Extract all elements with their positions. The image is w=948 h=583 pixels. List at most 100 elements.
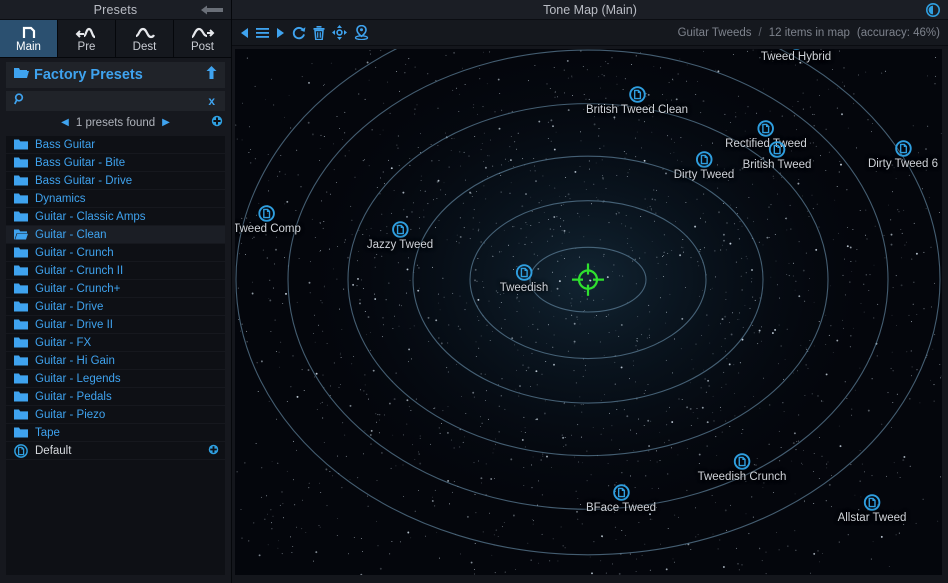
list-item-label: Bass Guitar <box>35 139 95 151</box>
preset-node-icon <box>894 140 911 157</box>
map-node[interactable]: Tweedish <box>500 264 549 294</box>
tone-map-title: Tone Map (Main) <box>543 3 637 17</box>
map-node-label: Allstar Tweed <box>838 512 907 524</box>
list-item[interactable]: Guitar - Classic Amps <box>6 208 225 226</box>
refresh-icon[interactable] <box>292 26 306 40</box>
folder-icon <box>14 211 28 222</box>
folder-icon <box>14 355 28 366</box>
list-item-label: Guitar - FX <box>35 337 91 349</box>
preset-file-icon <box>14 444 28 458</box>
signal-pre-icon <box>75 25 99 41</box>
list-item-label: Tape <box>35 427 60 439</box>
list-item[interactable]: Tape <box>6 424 225 442</box>
folder-icon <box>14 265 28 276</box>
folder-icon <box>14 157 28 168</box>
prev-arrow-icon[interactable] <box>240 27 249 39</box>
list-item[interactable]: Guitar - Drive <box>6 298 225 316</box>
signal-post-icon <box>190 25 216 41</box>
folder-icon <box>14 301 28 312</box>
presets-titlebar: Presets <box>0 0 231 20</box>
search-clear-button[interactable]: x <box>206 94 217 108</box>
list-item-label: Bass Guitar - Drive <box>35 175 132 187</box>
map-name-label: Guitar Tweeds <box>678 27 752 39</box>
list-item[interactable]: Bass Guitar - Drive <box>6 172 225 190</box>
tab-post[interactable]: Post <box>174 20 231 57</box>
map-node-label: British Tweed <box>743 159 812 171</box>
list-item[interactable]: Bass Guitar - Bite <box>6 154 225 172</box>
info-separator: / <box>759 27 762 39</box>
accuracy-label: (accuracy: 46%) <box>857 27 940 39</box>
list-item[interactable]: Guitar - Crunch+ <box>6 280 225 298</box>
add-preset-icon[interactable] <box>208 442 219 460</box>
list-item[interactable]: Guitar - Hi Gain <box>6 352 225 370</box>
preset-node-icon <box>768 141 785 158</box>
signal-main-icon <box>19 25 39 41</box>
list-item[interactable]: Guitar - FX <box>6 334 225 352</box>
preset-node-icon <box>863 494 880 511</box>
map-node-label: Dirty Tweed 6 <box>868 158 938 170</box>
list-item[interactable]: Guitar - Legends <box>6 370 225 388</box>
list-item-label: Guitar - Clean <box>35 229 107 241</box>
tab-main[interactable]: Main <box>0 20 58 57</box>
list-item[interactable]: Guitar - Drive II <box>6 316 225 334</box>
map-node[interactable]: Jazzy Tweed <box>367 221 433 251</box>
list-item-label: Guitar - Pedals <box>35 391 112 403</box>
next-preset-arrow[interactable]: ▶ <box>162 117 170 128</box>
folder-icon <box>14 337 28 348</box>
tab-main-label: Main <box>16 41 41 54</box>
map-node[interactable]: British Tweed Clean <box>586 86 688 116</box>
open-folder-icon <box>14 229 28 240</box>
map-node-label: Tweedish <box>500 282 549 294</box>
back-arrow-icon[interactable] <box>201 4 223 16</box>
factory-presets-header[interactable]: Factory Presets <box>6 62 225 88</box>
map-node[interactable]: Allstar Tweed <box>838 494 907 524</box>
prev-preset-arrow[interactable]: ◀ <box>61 117 69 128</box>
preset-list[interactable]: Bass Guitar Bass Guitar - Bite Bass Guitar… <box>6 136 225 575</box>
map-node[interactable]: Dirty Tweed <box>674 151 735 181</box>
search-bar[interactable]: x <box>6 91 225 111</box>
preset-node-icon <box>612 484 629 501</box>
map-node[interactable]: Tweed Hybrid <box>761 49 831 63</box>
map-node[interactable]: BFace Tweed <box>586 484 656 514</box>
tab-pre[interactable]: Pre <box>58 20 116 57</box>
list-item[interactable]: Guitar - Piezo <box>6 406 225 424</box>
map-node[interactable]: Dirty Tweed 6 <box>868 140 938 170</box>
list-item-label: Guitar - Hi Gain <box>35 355 115 367</box>
add-preset-icon[interactable] <box>211 114 223 132</box>
tab-dest[interactable]: Dest <box>116 20 174 57</box>
list-item[interactable]: Default <box>6 442 225 460</box>
info-circle-icon[interactable] <box>926 3 940 17</box>
list-item[interactable]: Dynamics <box>6 190 225 208</box>
list-item[interactable]: Guitar - Crunch <box>6 244 225 262</box>
factory-presets-label: Factory Presets <box>34 67 206 83</box>
list-item[interactable]: Guitar - Clean <box>6 226 225 244</box>
preset-node-icon <box>757 120 774 137</box>
arrow-up-icon[interactable] <box>206 66 217 84</box>
presets-found-text: 1 presets found <box>76 117 155 129</box>
list-item[interactable]: Bass Guitar <box>6 136 225 154</box>
toolbar-icon-group <box>240 25 369 40</box>
map-node[interactable]: Tweed Comp <box>235 205 301 235</box>
preset-node-icon <box>788 49 805 50</box>
preset-node-icon <box>516 264 533 281</box>
location-pin-icon[interactable] <box>354 25 369 40</box>
map-node-label: Jazzy Tweed <box>367 239 433 251</box>
trash-icon[interactable] <box>313 26 325 40</box>
open-folder-icon <box>14 66 29 84</box>
map-node[interactable]: British Tweed <box>743 141 812 171</box>
folder-icon <box>14 373 28 384</box>
list-menu-icon[interactable] <box>256 27 269 39</box>
list-item[interactable]: Guitar - Crunch II <box>6 262 225 280</box>
list-item-label: Guitar - Piezo <box>35 409 105 421</box>
move-crosshair-icon[interactable] <box>332 25 347 40</box>
folder-icon <box>14 391 28 402</box>
map-node[interactable]: Tweedish Crunch <box>698 453 787 483</box>
map-node-layer: Tweed HybridBritish Tweed CleanRectified… <box>235 49 942 575</box>
tone-map-canvas[interactable]: Tweed HybridBritish Tweed CleanRectified… <box>235 49 942 575</box>
list-item[interactable]: Guitar - Pedals <box>6 388 225 406</box>
next-arrow-icon[interactable] <box>276 27 285 39</box>
map-node-label: British Tweed Clean <box>586 104 688 116</box>
list-item-label: Dynamics <box>35 193 85 205</box>
search-input[interactable] <box>32 95 206 107</box>
preset-node-icon <box>733 453 750 470</box>
